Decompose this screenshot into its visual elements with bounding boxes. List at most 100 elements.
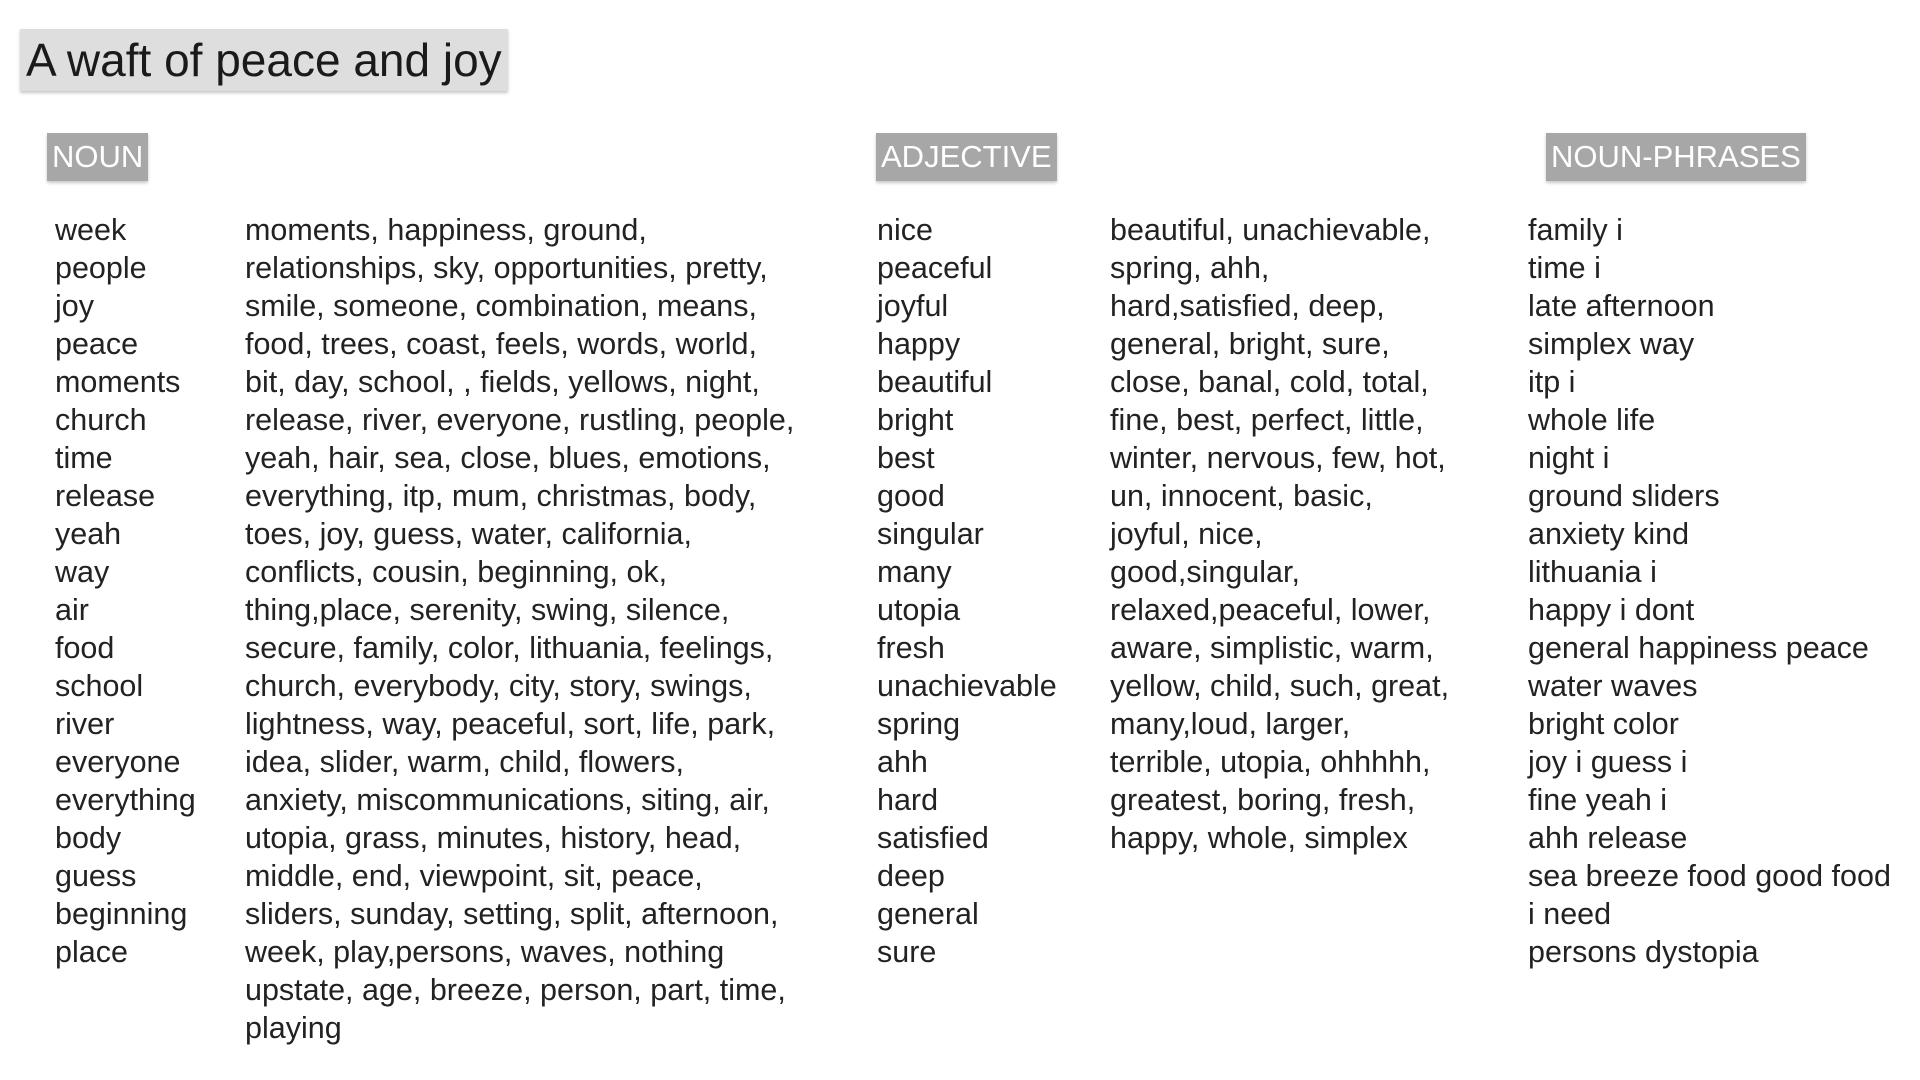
noun-line: moments, happiness, ground, xyxy=(245,213,647,247)
adjective-line: general, bright, sure, xyxy=(1110,327,1390,361)
adjective-line: un, innocent, basic, xyxy=(1110,479,1373,513)
top-adjective: ahh xyxy=(877,745,928,779)
top-noun: yeah xyxy=(55,517,122,551)
top-adjective: deep xyxy=(877,859,945,893)
top-adjective: sure xyxy=(877,935,937,969)
top-adjective: best xyxy=(877,441,935,475)
adjective-line: yellow, child, such, great, xyxy=(1110,669,1450,703)
noun-line: middle, end, viewpoint, sit, peace, xyxy=(245,859,703,893)
noun-line: playing xyxy=(245,1011,342,1045)
top-noun: people xyxy=(55,251,147,285)
noun-phrase: sea breeze food good food xyxy=(1528,859,1891,893)
noun-section-label: NOUN xyxy=(47,133,149,181)
noun-line: smile, someone, combination, means, xyxy=(245,289,757,323)
top-noun: beginning xyxy=(55,897,188,931)
adjective-line: joyful, nice, xyxy=(1110,517,1263,551)
top-adjective: good xyxy=(877,479,945,513)
noun-phrase: ahh release xyxy=(1528,821,1688,855)
noun-phrase: itp i xyxy=(1528,365,1576,399)
adjective-line: winter, nervous, few, hot, xyxy=(1110,441,1446,475)
top-adjective: singular xyxy=(877,517,984,551)
noun-line: yeah, hair, sea, close, blues, emotions, xyxy=(245,441,771,475)
top-noun: guess xyxy=(55,859,137,893)
noun-phrases-list: family i time i late afternoon simplex way i… xyxy=(1528,211,1891,971)
adjective-section-label: ADJECTIVE xyxy=(876,133,1057,181)
top-noun: week xyxy=(55,213,127,247)
adjective-line: aware, simplistic, warm, xyxy=(1110,631,1434,665)
noun-phrase: persons dystopia xyxy=(1528,935,1759,969)
noun-phrase: whole life xyxy=(1528,403,1656,437)
noun-phrase: water waves xyxy=(1528,669,1698,703)
noun-line: thing,place, serenity, swing, silence, xyxy=(245,593,730,627)
noun-phrase: night i xyxy=(1528,441,1610,475)
page-title: A waft of peace and joy xyxy=(26,34,502,86)
noun-words-list: moments, happiness, ground, relationships… xyxy=(245,211,794,1047)
noun-line: upstate, age, breeze, person, part, time… xyxy=(245,973,786,1007)
adjective-line: fine, best, perfect, little, xyxy=(1110,403,1424,437)
noun-line: relationships, sky, opportunities, prett… xyxy=(245,251,768,285)
noun-phrase: simplex way xyxy=(1528,327,1695,361)
top-noun: everyone xyxy=(55,745,181,779)
top-adjective: peaceful xyxy=(877,251,993,285)
noun-line: utopia, grass, minutes, history, head, xyxy=(245,821,742,855)
noun-line: toes, joy, guess, water, california, xyxy=(245,517,692,551)
adjective-line: beautiful, unachievable, xyxy=(1110,213,1431,247)
top-adjective: fresh xyxy=(877,631,945,665)
adjective-line: spring, ahh, xyxy=(1110,251,1270,285)
adjective-line: hard,satisfied, deep, xyxy=(1110,289,1385,323)
top-adjective: bright xyxy=(877,403,954,437)
top-adjective: general xyxy=(877,897,979,931)
noun-line: release, river, everyone, rustling, peop… xyxy=(245,403,795,437)
noun-line: conflicts, cousin, beginning, ok, xyxy=(245,555,668,589)
top-noun: body xyxy=(55,821,122,855)
noun-line: sliders, sunday, setting, split, afterno… xyxy=(245,897,779,931)
top-noun: moments xyxy=(55,365,181,399)
top-adjective: spring xyxy=(877,707,961,741)
top-noun: time xyxy=(55,441,113,475)
adjective-line: relaxed,peaceful, lower, xyxy=(1110,593,1431,627)
noun-line: food, trees, coast, feels, words, world, xyxy=(245,327,757,361)
top-adjective: satisfied xyxy=(877,821,989,855)
adjective-line: close, banal, cold, total, xyxy=(1110,365,1429,399)
noun-phrase: joy i guess i xyxy=(1528,745,1688,779)
adjective-line: greatest, boring, fresh, xyxy=(1110,783,1416,817)
top-noun: air xyxy=(55,593,89,627)
noun-phrase: anxiety kind xyxy=(1528,517,1690,551)
noun-line: church, everybody, city, story, swings, xyxy=(245,669,752,703)
top-noun: everything xyxy=(55,783,196,817)
noun-phrase: ground sliders xyxy=(1528,479,1720,513)
noun-line: bit, day, school, , fields, yellows, nig… xyxy=(245,365,760,399)
top-nouns-list: week people joy peace moments church time relea… xyxy=(55,211,196,971)
adjective-line: good,singular, xyxy=(1110,555,1300,589)
noun-phrase: general happiness peace xyxy=(1528,631,1869,665)
top-noun: joy xyxy=(55,289,94,323)
top-adjective: nice xyxy=(877,213,933,247)
top-noun: peace xyxy=(55,327,139,361)
top-adjective: joyful xyxy=(877,289,949,323)
top-noun: church xyxy=(55,403,147,437)
noun-phrase: time i xyxy=(1528,251,1601,285)
noun-phrase: fine yeah i xyxy=(1528,783,1668,817)
noun-line: anxiety, miscommunications, siting, air, xyxy=(245,783,770,817)
noun-phrase: bright color xyxy=(1528,707,1679,741)
noun-line: secure, family, color, lithuania, feelin… xyxy=(245,631,774,665)
noun-line: week, play,persons, waves, nothing xyxy=(245,935,725,969)
top-adjective: beautiful xyxy=(877,365,993,399)
noun-phrase: lithuania i xyxy=(1528,555,1657,589)
top-noun: way xyxy=(55,555,110,589)
top-adjective: hard xyxy=(877,783,939,817)
top-adjective: happy xyxy=(877,327,961,361)
noun-phrase: late afternoon xyxy=(1528,289,1715,323)
noun-line: idea, slider, warm, child, flowers, xyxy=(245,745,685,779)
top-adjectives-list: nice peaceful joyful happy beautiful bright be… xyxy=(877,211,1057,971)
adjective-words-list: beautiful, unachievable, spring, ahh, hard… xyxy=(1110,211,1449,857)
top-adjective: unachievable xyxy=(877,669,1057,703)
noun-phrase: i need xyxy=(1528,897,1612,931)
noun-phrase: family i xyxy=(1528,213,1623,247)
top-noun: school xyxy=(55,669,144,703)
adjective-line: happy, whole, simplex xyxy=(1110,821,1408,855)
noun-line: lightness, way, peaceful, sort, life, pa… xyxy=(245,707,776,741)
top-noun: food xyxy=(55,631,115,665)
noun-line: everything, itp, mum, christmas, body, xyxy=(245,479,757,513)
top-noun: river xyxy=(55,707,115,741)
